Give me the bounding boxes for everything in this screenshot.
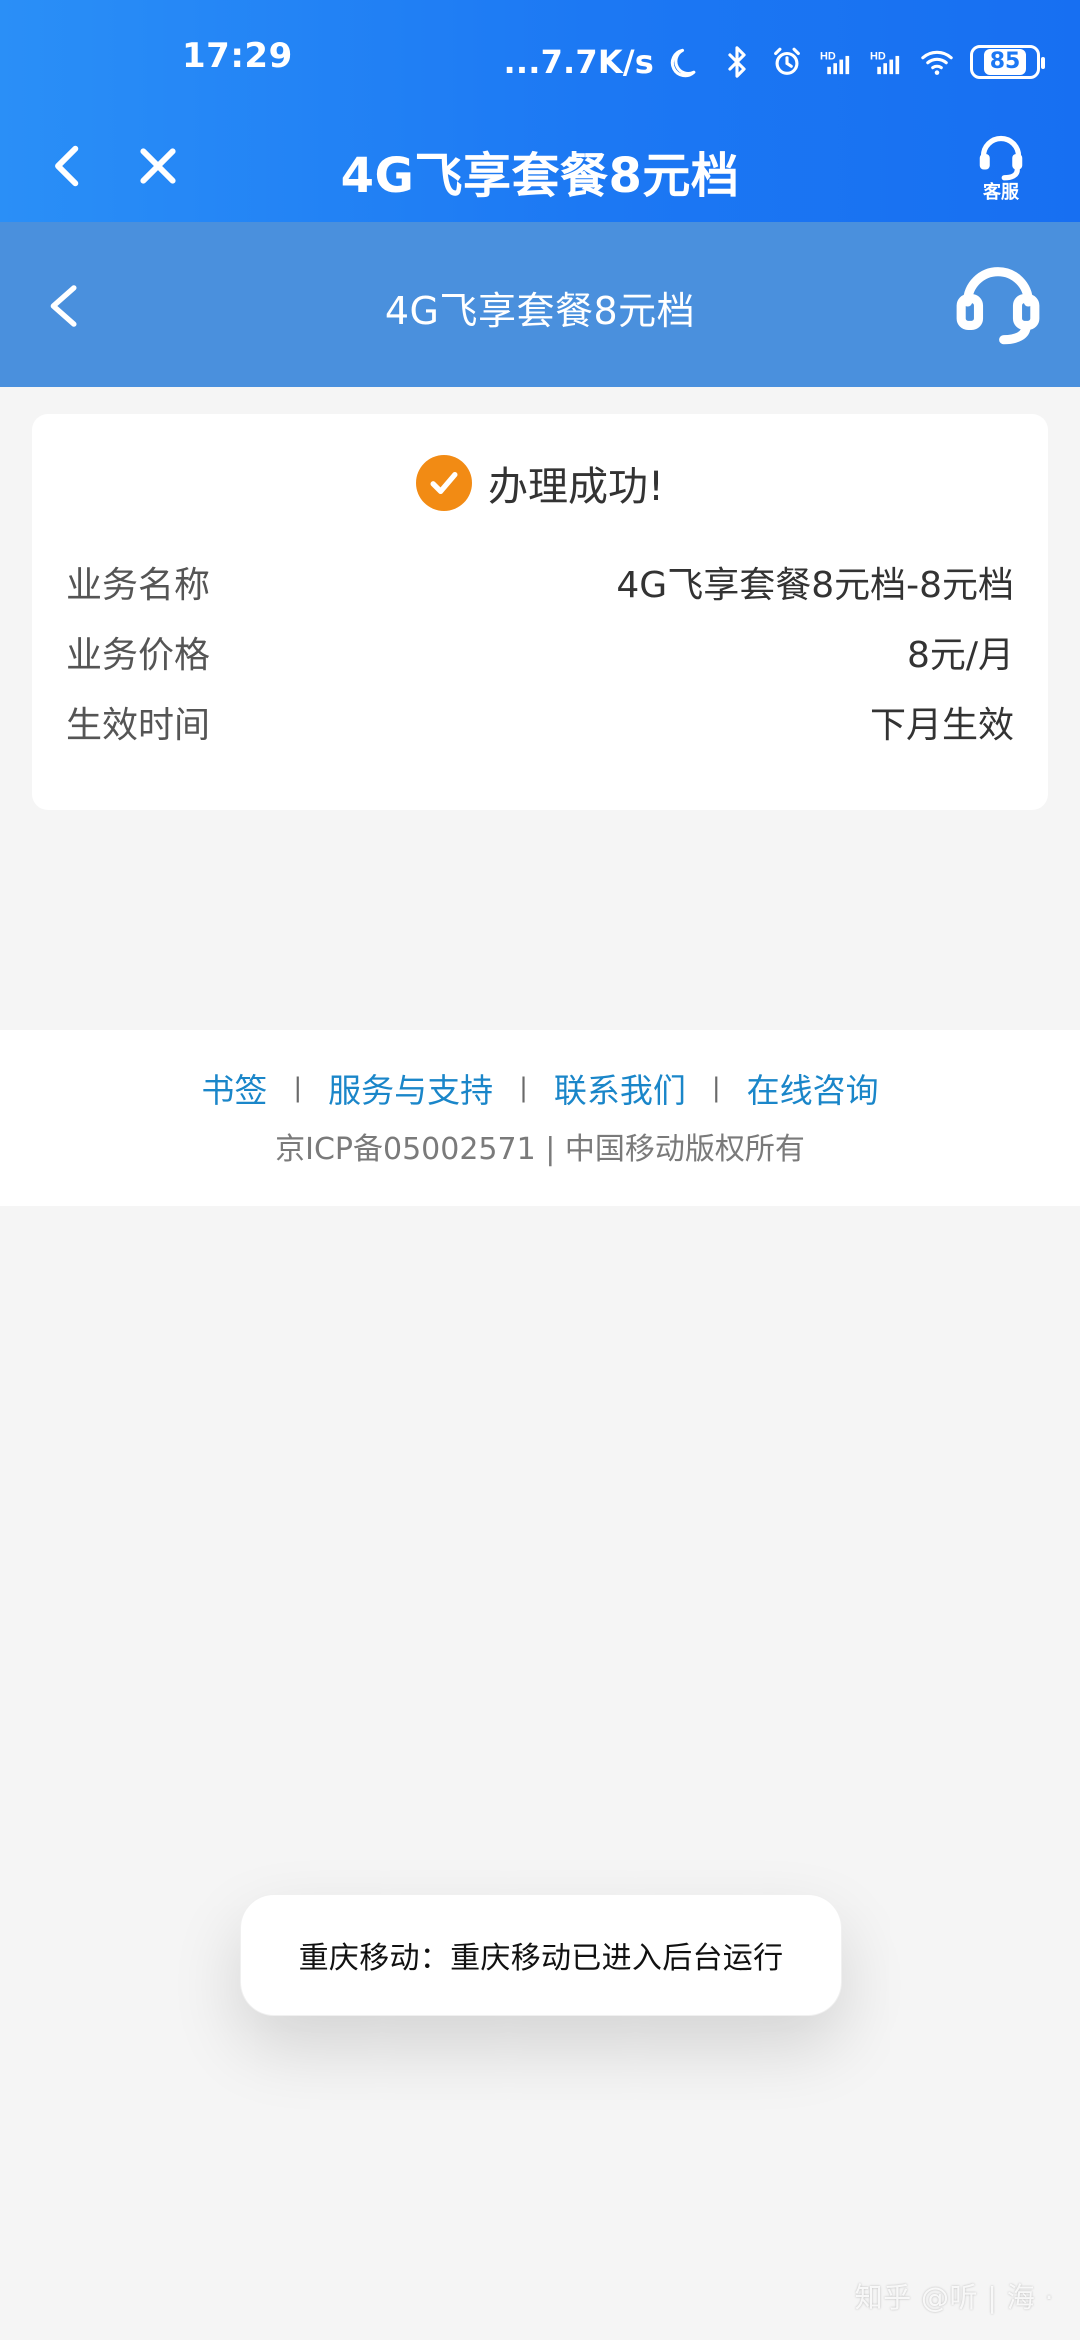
svg-text:HD: HD <box>870 51 886 63</box>
detail-value: 4G飞享套餐8元档-8元档 <box>616 565 1014 606</box>
headset-icon <box>979 135 1023 181</box>
wifi-icon <box>921 50 953 75</box>
page-title: 4G飞享套餐8元档 <box>340 148 740 204</box>
footer-separator: | <box>519 1073 528 1103</box>
alarm-icon <box>774 47 800 75</box>
status-indicators: ...7.7K/s HD HD 85 <box>503 40 1045 84</box>
footer-separator: | <box>711 1073 721 1103</box>
check-circle-icon <box>415 455 472 511</box>
footer-copyright: 京ICP备05002571 | 中国移动版权所有 <box>275 1132 805 1167</box>
battery-icon: 85 <box>970 45 1045 79</box>
detail-row-price: 业务价格 8元/月 <box>66 626 1014 678</box>
signal-hd-icon: HD <box>820 51 850 75</box>
footer-link-online-consult[interactable]: 在线咨询 <box>747 1064 879 1112</box>
detail-row-effective-time: 生效时间 下月生效 <box>66 696 1014 748</box>
signal-hd-icon: HD <box>870 51 900 75</box>
status-bar: 17:29 ...7.7K/s HD HD 85 <box>0 0 1080 124</box>
customer-service-label: 客服 <box>983 182 1019 203</box>
footer-link-contact[interactable]: 联系我们 <box>554 1064 686 1112</box>
success-text: 办理成功! <box>487 464 665 510</box>
network-speed: ...7.7K/s <box>503 43 654 81</box>
footer-separator: | <box>293 1073 303 1103</box>
detail-value: 下月生效 <box>869 705 1014 746</box>
success-status: 办理成功! <box>32 454 1048 512</box>
detail-label: 业务价格 <box>66 635 211 676</box>
check-icon <box>430 472 458 494</box>
result-card: 办理成功! 业务名称 4G飞享套餐8元档-8元档 业务价格 8元/月 生效时间 … <box>32 414 1048 810</box>
toast-message: 重庆移动：重庆移动已进入后台运行 <box>240 1894 842 2016</box>
footer-link-bookmarks[interactable]: 书签 <box>201 1064 267 1112</box>
detail-value: 8元/月 <box>906 635 1014 676</box>
detail-label: 生效时间 <box>66 705 211 746</box>
svg-text:HD: HD <box>820 51 836 63</box>
detail-row-name: 业务名称 4G飞享套餐8元档-8元档 <box>66 556 1014 608</box>
header: 4G飞享套餐8元档 客服 <box>0 120 1080 222</box>
footer: 书签 | 服务与支持 | 联系我们 | 在线咨询 京ICP备05002571 |… <box>0 1030 1080 1206</box>
footer-links: 书签 | 服务与支持 | 联系我们 | 在线咨询 <box>0 1064 1080 1112</box>
secondary-title: 4G飞享套餐8元档 <box>384 289 696 333</box>
bluetooth-icon <box>728 46 746 78</box>
secondary-header: 4G飞享套餐8元档 <box>0 222 1080 387</box>
detail-label: 业务名称 <box>66 565 211 606</box>
moon-icon <box>670 48 696 78</box>
status-time: 17:29 <box>182 36 293 76</box>
customer-service-button[interactable]: 客服 <box>956 126 1046 216</box>
battery-level: 85 <box>983 49 1027 75</box>
watermark: 知乎 @听 | 海 · <box>854 2281 1054 2314</box>
top-app-bar: 17:29 ...7.7K/s HD HD 85 4G飞享套餐8元档 客服 <box>0 0 1080 222</box>
footer-link-support[interactable]: 服务与支持 <box>328 1064 493 1112</box>
headset-icon[interactable] <box>946 250 1050 354</box>
